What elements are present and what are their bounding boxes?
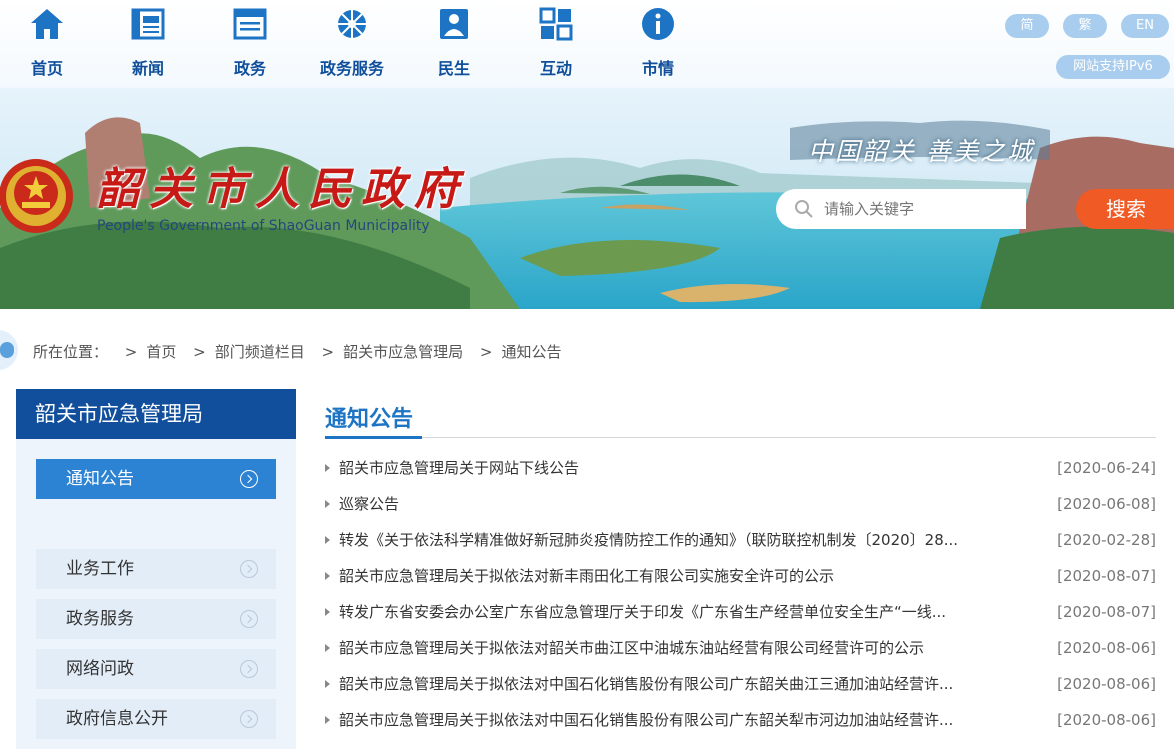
service-icon [338,10,366,38]
breadcrumb-emergency-bureau[interactable]: 韶关市应急管理局 [343,343,463,361]
ipv6-badge: 网站支持IPv6 [1056,55,1170,79]
location-icon [0,330,18,370]
bullet-icon [325,464,330,472]
list-item: 转发广东省安委会办公室广东省应急管理厅关于印发《广东省生产经营单位安全生产“一线… [325,600,1156,624]
notice-link[interactable]: 韶关市应急管理局关于拟依法对中国石化销售股份有限公司广东韶关曲江三通加油站经营许… [339,672,1009,696]
breadcrumb-separator: > [124,343,138,361]
chevron-right-icon [240,660,258,678]
chevron-right-icon [240,560,258,578]
notice-link[interactable]: 韶关市应急管理局关于拟依法对中国石化销售股份有限公司广东韶关犁市河边加油站经营许… [339,708,1009,732]
nav-government-affairs-label: 政务 [233,59,266,78]
home-icon [31,9,63,39]
nav-service[interactable]: 政务服务 [312,0,392,88]
bullet-icon [325,500,330,508]
top-navigation: 首页 新闻 政务 政务服务 民生 互动 市情 简 繁 EN 网站支持IPv6 [0,0,1174,88]
sidebar-item-label: 通知公告 [66,469,134,489]
national-emblem [0,159,73,233]
nav-news-label: 新闻 [131,59,164,78]
sidebar-item-info-disclosure[interactable]: 政府信息公开 [36,699,276,739]
english-button[interactable]: EN [1121,14,1169,38]
banner: 韶关市人民政府 People's Government of ShaoGuan … [0,88,1174,309]
search-icon [795,200,813,218]
nav-home-label: 首页 [30,59,63,78]
notice-link[interactable]: 转发《关于依法科学精准做好新冠肺炎疫情防控工作的通知》（联防联控机制发〔2020… [339,528,1009,552]
breadcrumb-notices[interactable]: 通知公告 [502,343,562,361]
search-box [776,189,1026,229]
notice-date: [2020-08-06] [1057,639,1156,657]
list-item: 韶关市应急管理局关于拟依法对韶关市曲江区中油城东油站经营有限公司经营许可的公示 … [325,636,1156,660]
breadcrumb-separator: > [479,343,493,361]
notice-link[interactable]: 韶关市应急管理局关于拟依法对韶关市曲江区中油城东油站经营有限公司经营许可的公示 [339,636,1009,660]
nav-home[interactable]: 首页 [7,0,87,88]
title-underline [325,436,422,439]
info-icon [642,8,674,40]
sidebar-item-notices[interactable]: 通知公告 [36,459,276,499]
sidebar-item-label: 政务服务 [66,609,134,629]
list-item: 韶关市应急管理局关于拟依法对中国石化销售股份有限公司广东韶关犁市河边加油站经营许… [325,708,1156,732]
list-item: 巡察公告 [2020-06-08] [325,492,1156,516]
interaction-icon [539,7,573,41]
government-affairs-icon [233,8,267,40]
notice-date: [2020-08-06] [1057,675,1156,693]
nav-interaction-label: 互动 [539,59,572,78]
nav-city-info[interactable]: 市情 [618,0,698,88]
notice-date: [2020-02-28] [1057,531,1156,549]
bullet-icon [325,572,330,580]
sidebar-item-online-inquiry[interactable]: 网络问政 [36,649,276,689]
notice-link[interactable]: 韶关市应急管理局关于拟依法对新丰雨田化工有限公司实施安全许可的公示 [339,564,1009,588]
news-icon [131,8,165,40]
sidebar-item-label: 网络问政 [66,659,134,679]
nav-government-affairs[interactable]: 政务 [210,0,290,88]
chevron-right-icon [240,710,258,728]
breadcrumb: 所在位置： > 首页 > 部门频道栏目 > 韶关市应急管理局 > 通知公告 [33,341,562,362]
list-item: 韶关市应急管理局关于网站下线公告 [2020-06-24] [325,456,1156,480]
list-item: 韶关市应急管理局关于拟依法对新丰雨田化工有限公司实施安全许可的公示 [2020-… [325,564,1156,588]
livelihood-icon [440,9,468,39]
simplified-chinese-button[interactable]: 简 [1005,14,1049,38]
search-input[interactable] [824,197,1014,221]
chevron-right-icon [240,470,258,488]
title-divider [325,437,1156,438]
site-subtitle: People's Government of ShaoGuan Municipa… [97,218,430,234]
nav-news[interactable]: 新闻 [108,0,188,88]
notice-link[interactable]: 转发广东省安委会办公室广东省应急管理厅关于印发《广东省生产经营单位安全生产“一线… [339,600,1009,624]
notice-date: [2020-08-06] [1057,711,1156,729]
notice-date: [2020-08-07] [1057,567,1156,585]
breadcrumb-home[interactable]: 首页 [146,343,176,361]
bullet-icon [325,608,330,616]
bullet-icon [325,716,330,724]
breadcrumb-separator: > [321,343,335,361]
nav-city-info-label: 市情 [641,59,674,78]
notice-date: [2020-08-07] [1057,603,1156,621]
search-button[interactable]: 搜索 [1076,189,1174,229]
nav-service-label: 政务服务 [319,59,384,78]
breadcrumb-department-channel[interactable]: 部门频道栏目 [215,343,305,361]
sidebar-item-label: 政府信息公开 [66,709,168,729]
sidebar-item-services[interactable]: 政务服务 [36,599,276,639]
city-slogan: 中国韶关 善美之城 [808,137,1034,166]
nav-livelihood-label: 民生 [437,59,470,78]
list-item: 转发《关于依法科学精准做好新冠肺炎疫情防控工作的通知》（联防联控机制发〔2020… [325,528,1156,552]
list-item: 韶关市应急管理局关于拟依法对中国石化销售股份有限公司广东韶关曲江三通加油站经营许… [325,672,1156,696]
bullet-icon [325,644,330,652]
section-title: 通知公告 [325,407,414,432]
notice-link[interactable]: 韶关市应急管理局关于网站下线公告 [339,456,1009,480]
traditional-chinese-button[interactable]: 繁 [1063,14,1107,38]
breadcrumb-separator: > [193,343,206,361]
nav-livelihood[interactable]: 民生 [414,0,494,88]
bullet-icon [325,680,330,688]
nav-interaction[interactable]: 互动 [516,0,596,88]
sidebar-title: 韶关市应急管理局 [16,389,296,439]
sidebar-item-label: 业务工作 [66,559,134,579]
breadcrumb-prefix: 所在位置： [33,343,109,361]
sidebar: 韶关市应急管理局 通知公告 业务工作 政务服务 网络问政 政府信息公开 [16,389,296,749]
bullet-icon [325,536,330,544]
chevron-right-icon [240,610,258,628]
notice-date: [2020-06-08] [1057,495,1156,513]
site-title: 韶关市人民政府 [96,164,467,215]
notice-date: [2020-06-24] [1057,459,1156,477]
notice-link[interactable]: 巡察公告 [339,492,1009,516]
sidebar-item-business[interactable]: 业务工作 [36,549,276,589]
